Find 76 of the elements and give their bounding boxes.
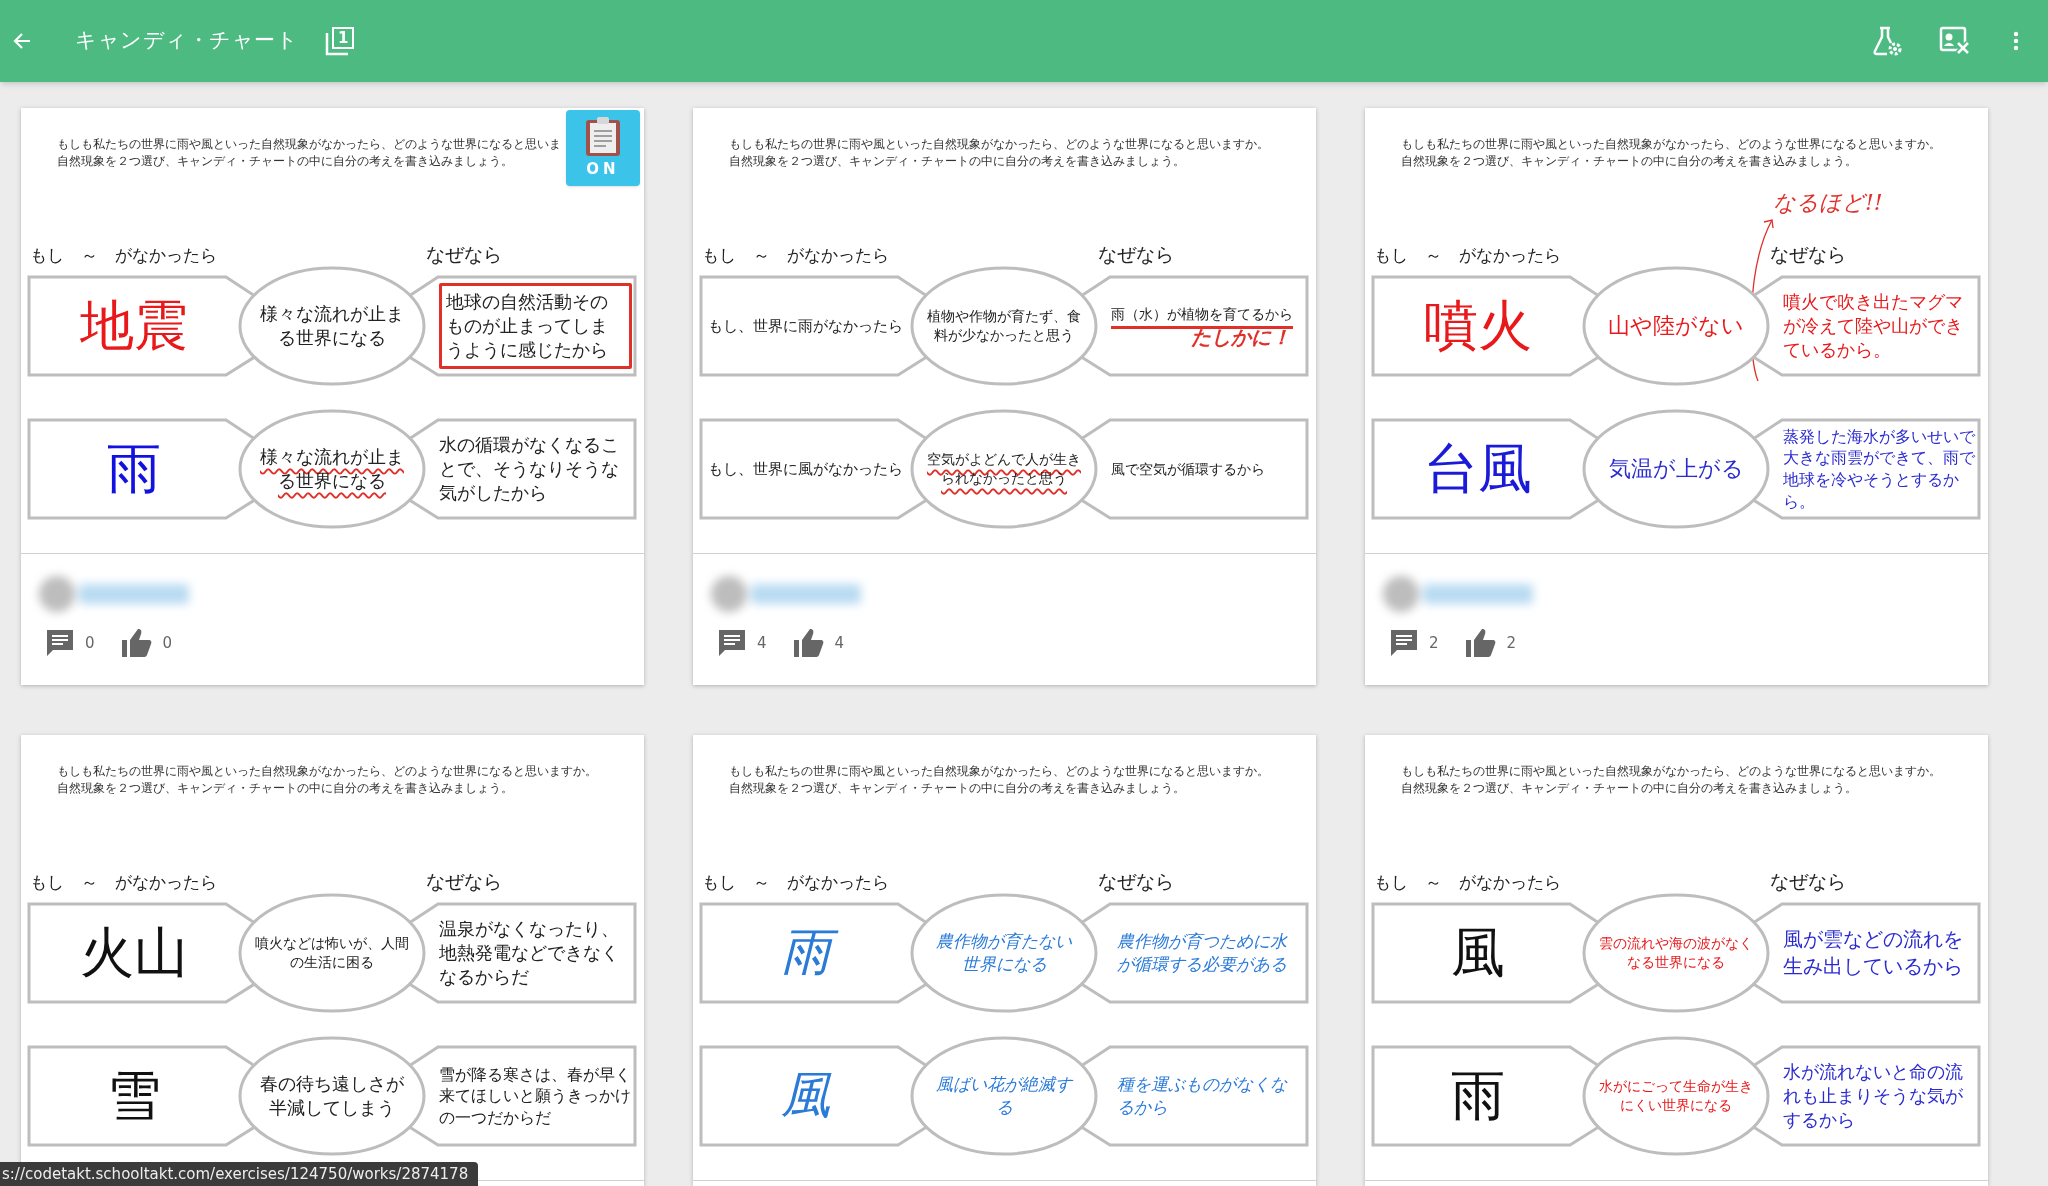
effect-text: 気温が上がる — [1608, 455, 1744, 484]
prompt-text: もしも私たちの世界に雨や風といった自然現象がなかったら、どのような世界になると思いますか。 自然現象を２つ選び、キャンディ・チャートの中に自分の考えを書き込みましょう。 — [57, 763, 597, 797]
reason-text: 水の循環がなくなることで、そうなりそうな気がしたから — [439, 432, 620, 506]
thumbs-up-icon — [120, 628, 153, 658]
reason-text: 蒸発した海水が多いせいで大きな雨雲ができて、雨で地球を冷やそうとするから。 — [1783, 425, 1976, 513]
like-button[interactable]: 0 — [120, 628, 173, 658]
reason-text: 雨（水）が植物を育てるから — [1111, 304, 1293, 324]
effect-text: 空気がよどんで人が生きられなかったと思う — [927, 450, 1081, 488]
subject-text: 風 — [1450, 919, 1505, 986]
reason-text: 風で空気が循環するから — [1111, 459, 1265, 479]
reason-text: 噴火で吹き出たマグマが冷えて陸や山ができているから。 — [1783, 289, 1964, 363]
thumbs-up-icon — [1464, 628, 1497, 658]
comments-button[interactable]: 0 — [45, 628, 95, 658]
flask-gear-icon — [1871, 25, 1903, 57]
handwritten-comment: たしかに！ — [1191, 327, 1292, 348]
subject-text: 雨 — [774, 919, 837, 987]
prompt-text: もしも私たちの世界に雨や風といった自然現象がなかったら、どのような世界になると思いますか。 自然現象を２つ選び、キャンディ・チャートの中に自分の考えを書き込みましょう。 — [1401, 136, 1941, 170]
reason-text: 水が流れないと命の流れも止まりそうな気がするから — [1783, 1059, 1964, 1133]
document-cross-icon — [1939, 26, 1971, 56]
reason-text: 種を運ぶものがなくなるから — [1116, 1073, 1289, 1119]
prompt-text: もしも私たちの世界に雨や風といった自然現象がなかったら、どのような世界になると思いますか。 自然現象を２つ選び、キャンディ・チャートの中に自分の考えを書き込みましょう。 — [1401, 763, 1941, 797]
column-heading: なぜなら — [1769, 242, 1847, 267]
column-heading: もし ～ がなかったら — [29, 244, 218, 267]
effect-text: 水がにごって生命が生きにくい世界になる — [1599, 1077, 1753, 1115]
effect-text: 雲の流れや海の波がなくなる世界になる — [1599, 934, 1753, 972]
column-heading: もし ～ がなかったら — [1373, 871, 1562, 894]
reason-text: 温泉がなくなったり、地熱発電などできなくなるからだ — [439, 916, 620, 990]
subject-text: 噴火 — [1423, 292, 1532, 359]
prompt-text: もしも私たちの世界に雨や風といった自然現象がなかったら、どのような世界になると思いま 自然現象を２つ選び、キャンディ・チャートの中に自分の考えを書き込みましょう。 — [57, 136, 561, 170]
subject-text: 雨 — [1450, 1062, 1505, 1129]
lab-settings-button[interactable] — [1870, 24, 1904, 58]
effect-text: 山や陸がない — [1608, 312, 1744, 341]
column-heading: もし ～ がなかったら — [29, 871, 218, 894]
like-button[interactable]: 2 — [1464, 628, 1517, 658]
column-heading: もし ～ がなかったら — [701, 244, 890, 267]
reason-text: 雪が降る寒さは、春が早く来てほしいと願うきっかけの一つだからだ — [439, 1063, 632, 1129]
effect-text: 春の待ち遠しさが半減してしまう — [259, 1071, 405, 1120]
thumbs-up-icon — [792, 628, 825, 658]
subject-text: 台風 — [1423, 435, 1532, 502]
column-heading: なぜなら — [425, 242, 503, 267]
reason-text: 風が雲などの流れを生み出しているから — [1783, 926, 1964, 980]
subject-text: 雪 — [106, 1062, 161, 1129]
effect-text: 農作物が育たない世界になる — [935, 930, 1073, 976]
clipboard-icon — [583, 116, 623, 158]
back-icon — [12, 31, 32, 51]
subject-text: 風 — [779, 1065, 833, 1127]
column-heading: もし ～ がなかったら — [701, 871, 890, 894]
subject-text: もし、世界に雨がなかったら — [708, 315, 903, 337]
effect-text: 植物や作物が育たず、食料が少なかったと思う — [927, 307, 1081, 345]
comment-icon — [717, 628, 747, 658]
reason-text: 地球の自然活動そのものが止まってしまうように感じたから — [439, 282, 632, 370]
handwritten-comment: なるほど!! — [1773, 192, 1884, 214]
comments-button[interactable]: 4 — [717, 628, 767, 658]
effect-text: 様々な流れが止まる世界になる — [259, 301, 405, 350]
like-button[interactable]: 4 — [792, 628, 845, 658]
page-title: キャンディ・チャート — [75, 27, 299, 55]
column-heading: なぜなら — [1097, 869, 1175, 894]
column-heading: もし ～ がなかったら — [1373, 244, 1562, 267]
link-url-tooltip: s://codetakt.schooltakt.com/exercises/124750/works/2874178 — [0, 1162, 479, 1186]
effect-text: 噴火などは怖いが、人間の生活に困る — [255, 934, 409, 972]
comments-button[interactable]: 2 — [1389, 628, 1439, 658]
comment-icon — [45, 628, 75, 658]
prompt-text: もしも私たちの世界に雨や風といった自然現象がなかったら、どのような世界になると思いますか。 自然現象を２つ選び、キャンディ・チャートの中に自分の考えを書き込みましょう。 — [729, 136, 1269, 170]
column-heading: なぜなら — [1769, 869, 1847, 894]
reason-text: 農作物が育つために水が循環する必要がある — [1116, 930, 1289, 976]
prompt-text: もしも私たちの世界に雨や風といった自然現象がなかったら、どのような世界になると思いますか。 自然現象を２つ選び、キャンディ・チャートの中に自分の考えを書き込みましょう。 — [729, 763, 1269, 797]
comment-icon — [1389, 628, 1419, 658]
subject-text: もし、世界に風がなかったら — [708, 458, 903, 480]
effect-text: 様々な流れが止まる世界になる — [259, 444, 405, 493]
effect-text: 風ばい花が絶滅する — [935, 1073, 1075, 1119]
subject-text: 雨 — [106, 435, 161, 502]
column-heading: なぜなら — [1097, 242, 1175, 267]
column-heading: なぜなら — [425, 869, 503, 894]
subject-text: 地震 — [79, 292, 188, 359]
more-icon — [2013, 31, 2019, 51]
subject-text: 火山 — [79, 919, 188, 986]
